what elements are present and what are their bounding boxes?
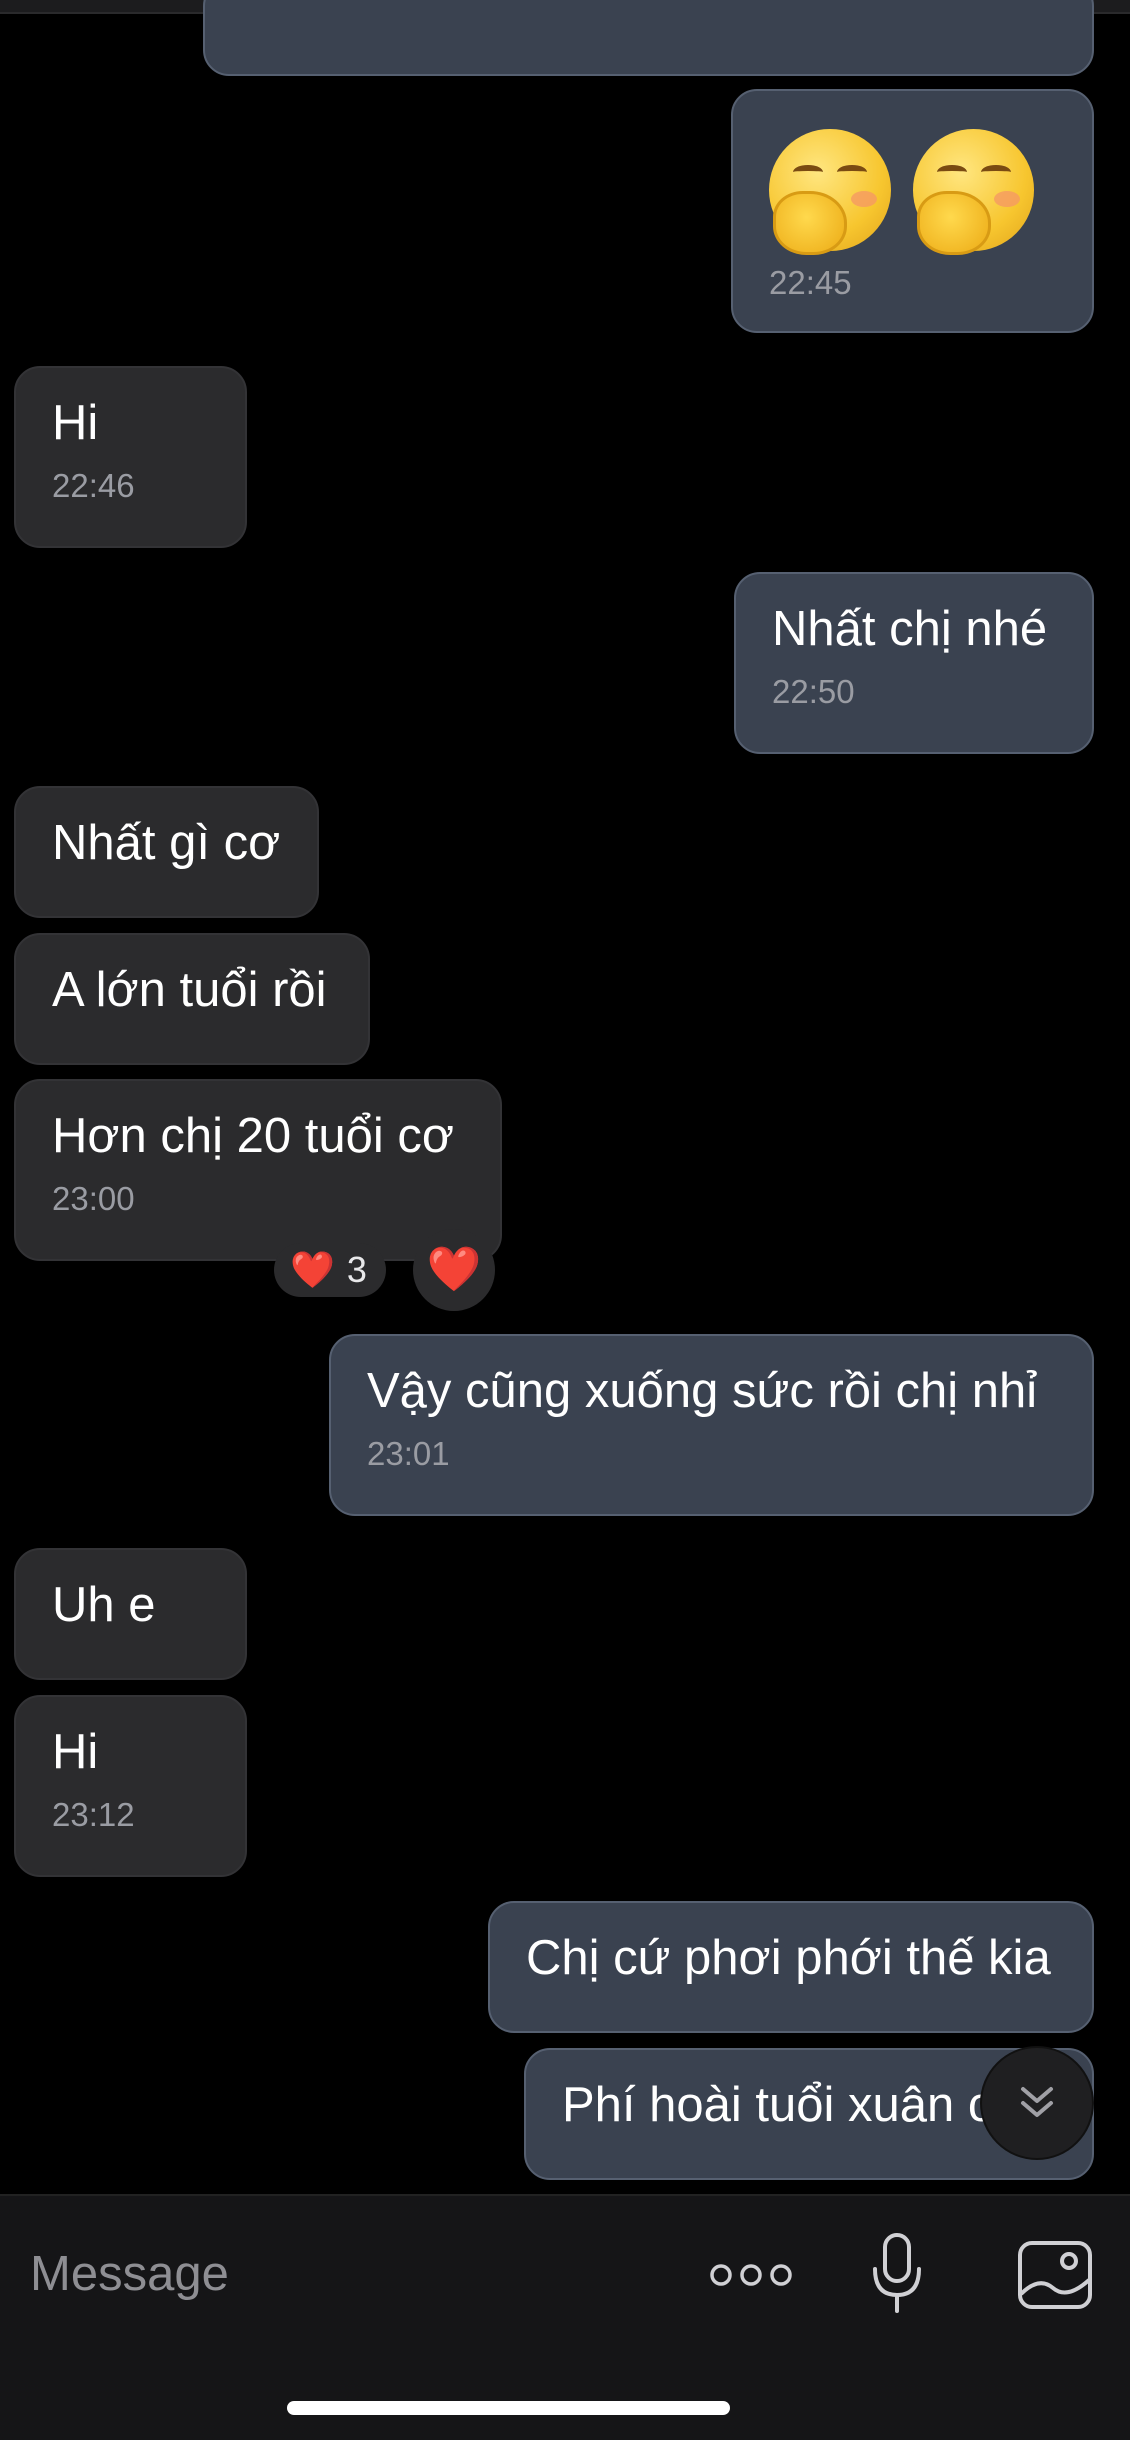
home-indicator: [287, 2401, 730, 2415]
message-time: 22:50: [772, 673, 855, 710]
microphone-icon: [873, 2233, 921, 2313]
face-with-hand-over-mouth-icon: [769, 129, 891, 255]
message-bubble-sent[interactable]: Chị cứ phơi phới thế kia: [488, 1901, 1094, 2033]
message-bubble-received[interactable]: Hơn chị 20 tuổi cơ 23:00: [14, 1079, 502, 1261]
message-input[interactable]: [30, 2234, 630, 2314]
message-bubble-received[interactable]: Nhất gì cơ: [14, 786, 319, 918]
message-text: Chị cứ phơi phới thế kia: [526, 1931, 1051, 1985]
message-text: Uh e: [52, 1578, 156, 1632]
message-time: 23:12: [52, 1796, 135, 1833]
scroll-to-bottom-button[interactable]: [982, 2048, 1092, 2158]
message-text: Nhất chị nhé: [772, 602, 1048, 656]
message-text: Vậy cũng xuống sức rồi chị nhỉ: [367, 1364, 1038, 1418]
message-text: Hơn chị 20 tuổi cơ: [52, 1109, 455, 1163]
reaction-count: 3: [346, 1249, 367, 1290]
gallery-icon: [1018, 2241, 1092, 2309]
message-bubble-sent[interactable]: Nhất chị nhé 22:50: [734, 572, 1094, 754]
message-bubble-received[interactable]: A lớn tuổi rồi: [14, 933, 370, 1065]
reaction-count-pill[interactable]: ❤️ 3: [274, 1243, 386, 1297]
message-time: 23:01: [367, 1435, 450, 1472]
gallery-button[interactable]: [1012, 2232, 1098, 2318]
my-reaction-button[interactable]: ❤️: [413, 1229, 495, 1311]
message-time: 23:00: [52, 1180, 135, 1217]
heart-icon: ❤️: [426, 1245, 482, 1294]
message-text: Hi: [52, 1725, 99, 1779]
message-text: A lớn tuổi rồi: [52, 963, 327, 1017]
emoji-row: [769, 129, 1056, 255]
message-time: 22:46: [52, 467, 135, 504]
message-bubble-partial[interactable]: [203, 0, 1094, 76]
message-bubble-received[interactable]: Hi 23:12: [14, 1695, 247, 1877]
microphone-button[interactable]: [862, 2228, 932, 2320]
message-bubble-sent[interactable]: Vậy cũng xuống sức rồi chị nhỉ 23:01: [329, 1334, 1094, 1516]
more-icon: [710, 2264, 792, 2286]
message-text: Hi: [52, 396, 99, 450]
message-bubble-sent[interactable]: 22:45: [731, 89, 1094, 333]
more-button[interactable]: [706, 2240, 796, 2310]
message-text: Nhất gì cơ: [52, 816, 281, 870]
face-with-hand-over-mouth-icon: [912, 129, 1034, 255]
message-bubble-received[interactable]: Hi 22:46: [14, 366, 247, 548]
double-chevron-down-icon: [1021, 2087, 1053, 2117]
heart-icon: ❤️: [290, 1249, 335, 1290]
message-time: 22:45: [769, 264, 852, 301]
message-bubble-received[interactable]: Uh e: [14, 1548, 247, 1680]
